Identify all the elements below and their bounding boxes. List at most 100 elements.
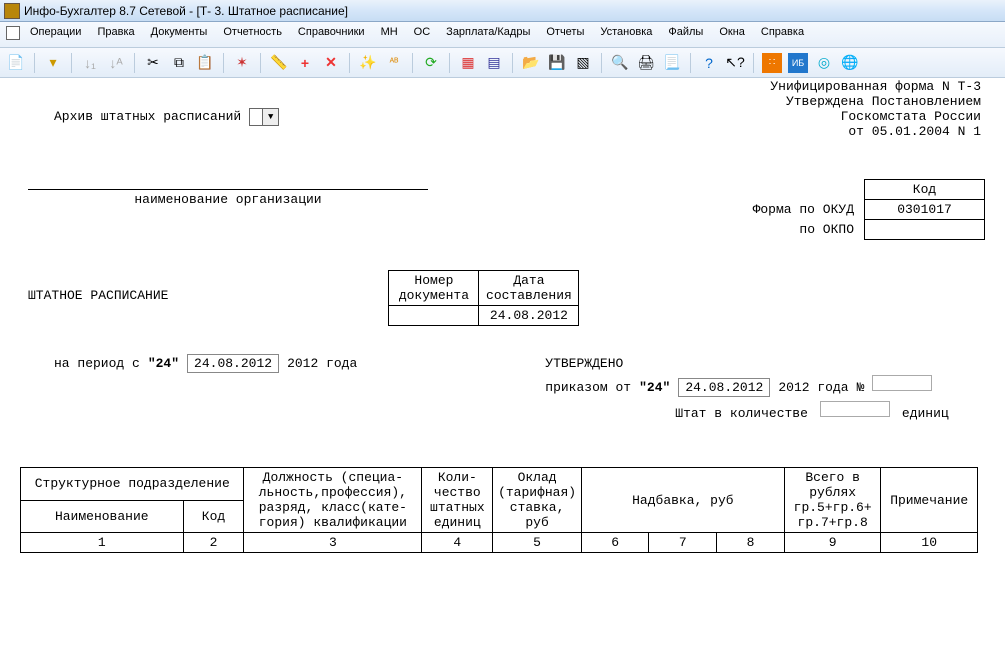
menu-setup[interactable]: Установка — [594, 24, 658, 45]
order-num-sign: № — [857, 380, 865, 395]
tool-blue-icon[interactable]: ИБ — [788, 53, 808, 73]
page-icon[interactable]: 📃 — [662, 53, 682, 73]
toolbar: 📄 ▾ ↓₁ ↓ᴬ ✂ ⧉ 📋 ✶ 📏 + ✕ ✨ ᴬᴮ ⟳ ▦ ▤ 📂 💾 ▧… — [0, 48, 1005, 78]
save-icon[interactable]: 💾 — [547, 53, 567, 73]
sort-desc-icon[interactable]: ↓ᴬ — [106, 53, 126, 73]
toolbar-btn-1[interactable]: 📄 — [6, 53, 26, 73]
num-date-table: Номер документа Дата составления 24.08.2… — [388, 270, 579, 326]
doc-date-input[interactable]: 24.08.2012 — [479, 306, 579, 326]
print-icon[interactable]: 🖨 — [636, 53, 656, 73]
chevron-down-icon[interactable]: ▼ — [262, 109, 278, 125]
coln-3: 3 — [244, 533, 422, 553]
help-icon[interactable]: ? — [699, 53, 719, 73]
whatsthis-icon[interactable]: ↖? — [725, 53, 745, 73]
menu-mn[interactable]: МН — [375, 24, 404, 45]
col-position: Должность (специа- льность,профессия), р… — [244, 468, 422, 533]
order-prefix: приказом от — [545, 380, 631, 395]
sort-asc-icon[interactable]: ↓₁ — [80, 53, 100, 73]
org-caption: наименование организации — [28, 190, 428, 207]
col-total: Всего в рублях гр.5+гр.6+ гр.7+гр.8 — [784, 468, 881, 533]
tool-orange-icon[interactable]: ∷ — [762, 53, 782, 73]
archive-dropdown[interactable]: ▼ — [249, 108, 279, 126]
wizard-icon[interactable]: ✨ — [358, 53, 378, 73]
menu-windows[interactable]: Окна — [713, 24, 751, 45]
grid-icon[interactable]: ▦ — [458, 53, 478, 73]
cut-icon[interactable]: ✂ — [143, 53, 163, 73]
delete-icon[interactable]: ✕ — [321, 53, 341, 73]
coln-4: 4 — [422, 533, 493, 553]
okpo-label: по ОКПО — [747, 220, 865, 240]
form-line-3: Госкомстата России — [770, 109, 981, 124]
coln-5: 5 — [493, 533, 581, 553]
tool-globe-icon[interactable]: 🌐 — [840, 53, 860, 73]
menu-help[interactable]: Справка — [755, 24, 810, 45]
abc-icon[interactable]: ᴬᴮ — [384, 53, 404, 73]
col-addon: Надбавка, руб — [581, 468, 784, 533]
coln-6: 6 — [581, 533, 649, 553]
num-header: Номер документа — [389, 271, 479, 306]
menu-edit[interactable]: Правка — [91, 24, 140, 45]
form-line-4: от 05.01.2004 N 1 — [770, 124, 981, 139]
coln-8: 8 — [717, 533, 785, 553]
coln-2: 2 — [183, 533, 244, 553]
col-struct: Структурное подразделение — [21, 468, 244, 501]
calc-icon[interactable]: ▤ — [484, 53, 504, 73]
date-header: Дата составления — [479, 271, 579, 306]
col-salary: Оклад (тарифная) ставка, руб — [493, 468, 581, 533]
preview-icon[interactable]: 🔍 — [610, 53, 630, 73]
menu-refs[interactable]: Справочники — [292, 24, 371, 45]
codes-table: Код Форма по ОКУД 0301017 по ОКПО — [747, 179, 985, 240]
period-prefix: на период с — [54, 356, 140, 371]
okpo-value[interactable] — [865, 220, 985, 240]
app-icon — [4, 3, 20, 19]
window-titlebar: Инфо-Бухгалтер 8.7 Сетевой - [Т- 3. Штат… — [0, 0, 1005, 22]
order-date-input[interactable]: 24.08.2012 — [678, 378, 770, 397]
col-note: Примечание — [881, 468, 978, 533]
period-suffix: 2012 года — [287, 356, 357, 371]
staff-suffix: единиц — [902, 406, 949, 421]
approved-label: УТВЕРЖДЕНО — [545, 356, 948, 371]
open-icon[interactable]: 📂 — [521, 53, 541, 73]
menu-files[interactable]: Файлы — [662, 24, 709, 45]
coln-9: 9 — [784, 533, 881, 553]
menu-salary[interactable]: Зарплата/Кадры — [440, 24, 536, 45]
kod-header: Код — [865, 180, 985, 200]
filter-icon[interactable]: ▾ — [43, 53, 63, 73]
menu-documents[interactable]: Документы — [145, 24, 214, 45]
ruler-icon[interactable]: 📏 — [269, 53, 289, 73]
menu-reports2[interactable]: Отчеты — [540, 24, 590, 45]
coln-10: 10 — [881, 533, 978, 553]
okud-value: 0301017 — [865, 200, 985, 220]
coln-7: 7 — [649, 533, 717, 553]
refresh-icon[interactable]: ⟳ — [421, 53, 441, 73]
order-suffix: 2012 года — [778, 380, 848, 395]
okud-label: Форма по ОКУД — [747, 200, 865, 220]
menu-doc-icon[interactable] — [4, 24, 20, 45]
order-number-input[interactable] — [872, 375, 932, 391]
export-icon[interactable]: ▧ — [573, 53, 593, 73]
menu-os[interactable]: ОС — [408, 24, 437, 45]
copy-icon[interactable]: ⧉ — [169, 53, 189, 73]
form-line-1: Унифицированная форма N Т-3 — [770, 79, 981, 94]
document-title: ШТАТНОЕ РАСПИСАНИЕ — [28, 270, 168, 303]
paste-icon[interactable]: 📋 — [195, 53, 215, 73]
tool-tv-icon[interactable]: ◎ — [814, 53, 834, 73]
link-icon[interactable]: ✶ — [232, 53, 252, 73]
menu-reports[interactable]: Отчетность — [217, 24, 288, 45]
col-qty: Коли- чество штатных единиц — [422, 468, 493, 533]
period-day: "24" — [148, 356, 179, 371]
form-line-2: Утверждена Постановлением — [770, 94, 981, 109]
staff-qty-input[interactable] — [820, 401, 890, 417]
order-day: "24" — [639, 380, 670, 395]
window-title: Инфо-Бухгалтер 8.7 Сетевой - [Т- 3. Штат… — [24, 4, 348, 18]
menu-operations[interactable]: Операции — [24, 24, 87, 45]
menubar: Операции Правка Документы Отчетность Спр… — [0, 22, 1005, 48]
document-area: Архив штатных расписаний ▼ Унифицированн… — [0, 78, 1005, 573]
archive-label: Архив штатных расписаний — [54, 109, 241, 124]
coln-1: 1 — [21, 533, 184, 553]
plus-icon[interactable]: + — [295, 53, 315, 73]
main-table: Структурное подразделение Должность (спе… — [20, 467, 978, 553]
doc-number-input[interactable] — [389, 306, 479, 326]
staff-prefix: Штат в количестве — [675, 406, 808, 421]
period-date-input[interactable]: 24.08.2012 — [187, 354, 279, 373]
